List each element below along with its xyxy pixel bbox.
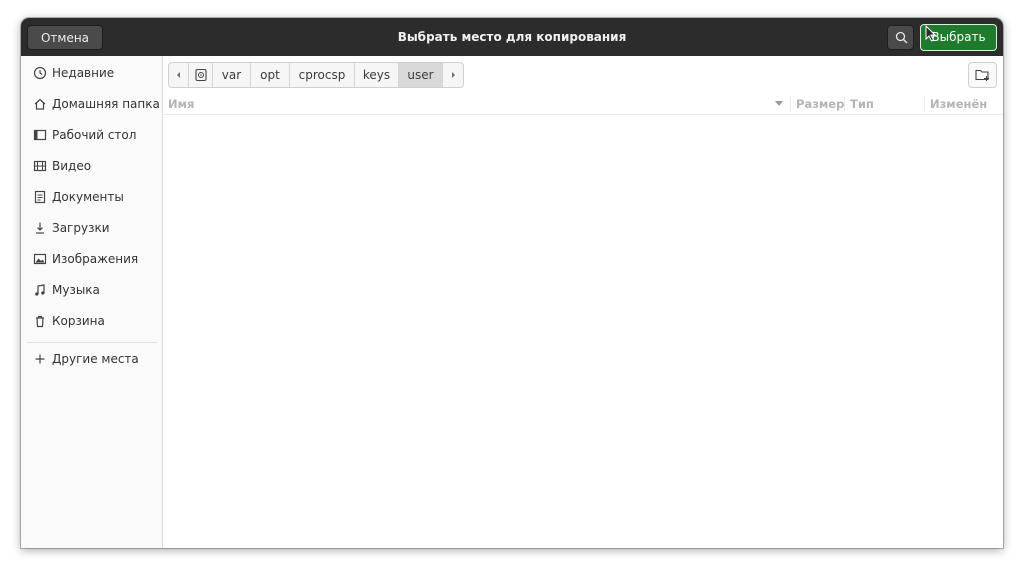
sidebar-item-label: Недавние [52,66,115,80]
dialog-title: Выбрать место для копирования [397,30,627,44]
sidebar-item-label: Загрузки [52,221,110,235]
sidebar-item-label: Домашняя папка [52,97,160,111]
column-header: Имя Размер Тип Изменён [163,94,1003,115]
file-list[interactable] [163,115,1003,548]
video-icon [33,160,47,172]
sidebar-item-recent[interactable]: Недавние [21,59,162,87]
sidebar-item-label: Изображения [52,252,139,266]
trash-icon [36,315,44,328]
chevron-right-icon [452,72,455,78]
sidebar-item-label: Рабочий стол [52,128,137,142]
music-icon [35,284,45,296]
path-segment-user[interactable]: user [399,63,443,87]
downloads-icon [36,222,44,234]
chevron-left-icon [177,72,180,78]
sidebar-item-label: Корзина [52,314,105,328]
sort-descending-icon [775,101,783,106]
column-divider [790,96,791,112]
path-root-button[interactable] [189,63,213,87]
sidebar-item-home[interactable]: Домашняя папка [21,90,162,118]
sidebar-item-videos[interactable]: Видео [21,152,162,180]
sidebar-item-label: Документы [52,190,124,204]
cancel-button[interactable]: Отмена [27,25,103,50]
sidebar-item-label: Музыка [52,283,100,297]
column-modified[interactable]: Изменён [930,94,987,114]
path-bar: var opt cprocsp keys user [168,62,464,88]
new-folder-icon [975,69,989,81]
search-button[interactable] [887,25,914,50]
column-size[interactable]: Размер [796,94,844,114]
sidebar-item-label: Видео [52,159,92,173]
sidebar-item-label: Другие места [52,352,139,366]
sidebar-item-downloads[interactable]: Загрузки [21,214,162,242]
column-divider [844,96,845,112]
column-divider [924,96,925,112]
path-segment-opt[interactable]: opt [251,63,290,87]
column-type[interactable]: Тип [850,94,874,114]
drive-icon [195,68,207,82]
sidebar-item-music[interactable]: Музыка [21,276,162,304]
plus-icon [35,354,45,364]
header-bar: Отмена Выбрать место для копирования Выб… [21,18,1003,57]
file-view: var opt cprocsp keys user Имя Размер Тип… [163,56,1003,548]
places-sidebar: Недавние Домашняя папка Рабочий стол Вид… [21,56,163,548]
search-icon [895,31,908,44]
column-name[interactable]: Имя [168,94,194,114]
pictures-icon [33,253,47,265]
sidebar-item-documents[interactable]: Документы [21,183,162,211]
recent-icon [33,66,47,80]
sidebar-item-pictures[interactable]: Изображения [21,245,162,273]
home-icon [34,98,46,110]
file-chooser-dialog: Отмена Выбрать место для копирования Выб… [21,18,1003,548]
path-scroll-right-button[interactable] [443,63,463,87]
path-segment-cprocsp[interactable]: cprocsp [290,63,355,87]
path-segment-keys[interactable]: keys [355,63,399,87]
path-segment-var[interactable]: var [213,63,251,87]
sidebar-item-desktop[interactable]: Рабочий стол [21,121,162,149]
sidebar-item-trash[interactable]: Корзина [21,307,162,335]
sidebar-separator [27,342,157,343]
desktop-icon [33,129,47,141]
new-folder-button[interactable] [968,62,997,88]
documents-icon [34,190,46,204]
mouse-cursor-icon [925,25,936,42]
path-scroll-left-button[interactable] [169,63,189,87]
sidebar-item-other-places[interactable]: Другие места [21,345,162,373]
